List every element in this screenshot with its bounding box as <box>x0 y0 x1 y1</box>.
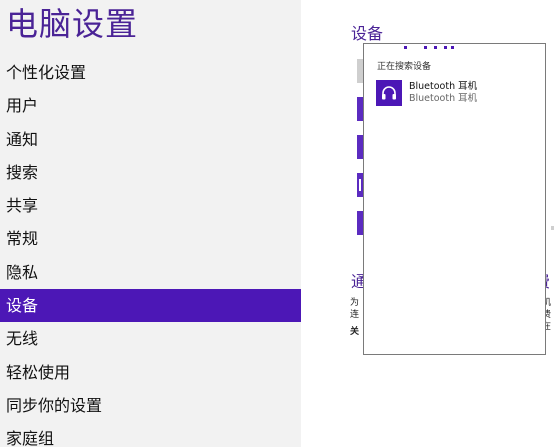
device-description: Bluetooth 耳机 <box>409 93 478 104</box>
searching-status-text: 正在搜索设备 <box>377 62 432 72</box>
searching-progress-indicator <box>404 46 464 50</box>
found-device-item[interactable]: Bluetooth 耳机 Bluetooth 耳机 <box>376 80 536 108</box>
metered-text-fragment: 连 <box>350 310 360 320</box>
app-title: 电脑设置 <box>6 5 139 43</box>
nav-item-homegroup[interactable]: 家庭组 <box>0 422 301 447</box>
nav-item-wireless[interactable]: 无线 <box>0 322 301 355</box>
nav-item-notifications[interactable]: 通知 <box>0 123 301 156</box>
progress-dot <box>451 46 454 49</box>
nav-list: 个性化设置 用户 通知 搜索 共享 常规 隐私 设备 无线 轻松使用 同步你的设… <box>0 56 301 447</box>
progress-dot <box>434 46 437 49</box>
progress-dot <box>444 46 447 49</box>
metered-text-fragment: 为 <box>350 298 360 308</box>
content-pane: 设备 通 费 为 连 关 机 费 在 正在搜索设备 <box>301 0 554 447</box>
pc-settings-window: 电脑设置 个性化设置 用户 通知 搜索 共享 常规 隐私 设备 无线 轻松使用 … <box>0 0 554 447</box>
nav-item-privacy[interactable]: 隐私 <box>0 256 301 289</box>
metered-toggle-state[interactable]: 关 <box>350 326 359 338</box>
add-device-flyout: 正在搜索设备 Bluetooth 耳机 Bluetooth 耳机 <box>363 43 546 355</box>
progress-dot <box>424 46 427 49</box>
nav-item-ease-of-access[interactable]: 轻松使用 <box>0 356 301 389</box>
nav-item-share[interactable]: 共享 <box>0 189 301 222</box>
nav-item-sync-settings[interactable]: 同步你的设置 <box>0 389 301 422</box>
left-nav-pane: 电脑设置 个性化设置 用户 通知 搜索 共享 常规 隐私 设备 无线 轻松使用 … <box>0 0 301 447</box>
nav-item-devices[interactable]: 设备 <box>0 289 301 323</box>
nav-item-search[interactable]: 搜索 <box>0 156 301 189</box>
nav-item-general[interactable]: 常规 <box>0 222 301 255</box>
progress-dot <box>404 46 407 49</box>
headset-icon <box>376 80 402 106</box>
section-title: 设备 <box>351 24 384 43</box>
nav-item-personalize[interactable]: 个性化设置 <box>0 56 301 89</box>
nav-item-users[interactable]: 用户 <box>0 89 301 122</box>
device-name: Bluetooth 耳机 <box>409 81 478 92</box>
